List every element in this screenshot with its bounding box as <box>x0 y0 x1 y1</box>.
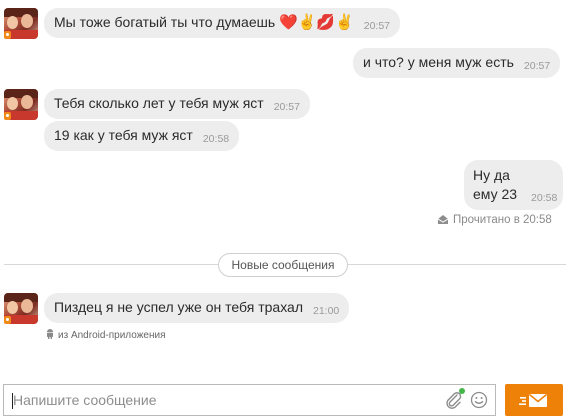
read-status-text: Прочитано в 20:58 <box>453 214 552 226</box>
message-text: Мы тоже богатый ты что думаешь <box>54 14 276 30</box>
message-text: и что? у меня муж есть <box>363 54 514 70</box>
send-button[interactable] <box>505 384 563 416</box>
message-time: 20:57 <box>363 20 391 32</box>
message-incoming: Мы тоже богатый ты что думаешь ❤️✌️💋✌️ 20… <box>44 8 401 38</box>
ok-badge-icon <box>4 112 11 120</box>
android-icon <box>47 329 53 339</box>
message-incoming: Пиздец я не успел уже он тебя трахал 21:0… <box>44 293 350 323</box>
message-text-line1: Ну да <box>473 167 510 183</box>
message-incoming: Тебя сколько лет у тебя муж яст 20:57 <box>44 89 310 119</box>
message-time: 21:00 <box>313 305 340 317</box>
ok-badge-icon <box>4 316 11 324</box>
envelope-open-icon <box>438 215 448 224</box>
envelope-icon <box>519 393 547 407</box>
message-time: 20:57 <box>273 101 300 113</box>
smiley-icon[interactable] <box>470 391 488 409</box>
source-text: из Android-приложения <box>58 330 166 341</box>
emoji-group: ❤️✌️💋✌️ <box>279 14 354 31</box>
new-messages-label: Новые сообщения <box>218 253 348 277</box>
message-time: 20:58 <box>531 192 558 204</box>
message-source: из Android-приложения <box>46 328 165 341</box>
message-text-line2: ему 23 <box>473 186 518 202</box>
message-composer <box>3 384 496 416</box>
message-text: Тебя сколько лет у тебя муж яст <box>54 95 264 111</box>
message-time: 20:58 <box>202 133 230 145</box>
read-receipt: Прочитано в 20:58 <box>438 214 552 226</box>
online-dot <box>459 388 465 394</box>
message-text: 19 как у тебя муж яст <box>54 127 193 143</box>
message-outgoing: Ну да ему 23 20:58 <box>464 160 563 210</box>
message-incoming: 19 как у тебя муж яст 20:58 <box>44 121 240 151</box>
message-time: 20:57 <box>523 60 551 72</box>
message-outgoing: и что? у меня муж есть 20:57 <box>353 48 561 78</box>
ok-badge-icon <box>4 31 11 39</box>
message-text: Пиздец я не успел уже он тебя трахал <box>54 299 303 315</box>
message-input[interactable] <box>13 390 433 410</box>
